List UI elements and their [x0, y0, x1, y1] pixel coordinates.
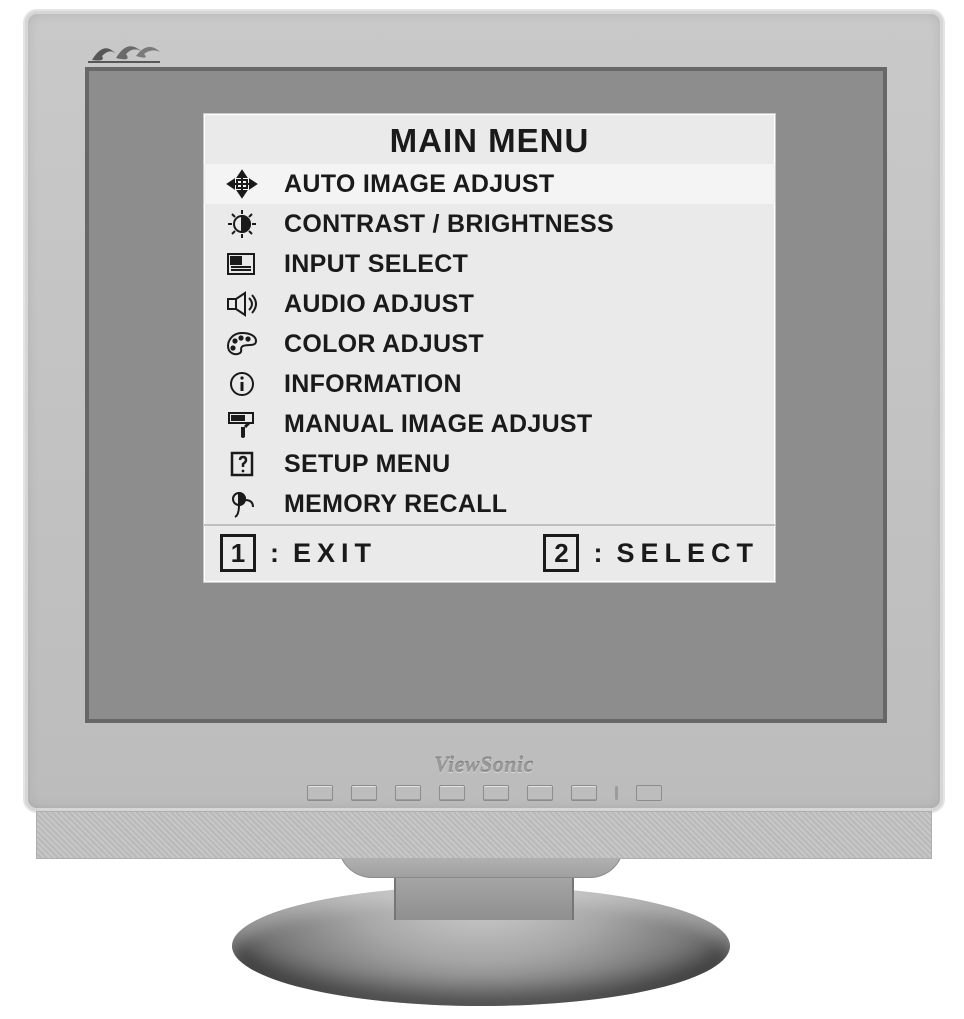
menu-item-label: MEMORY RECALL [284, 490, 761, 519]
colon: : [589, 538, 606, 569]
screen-bezel: MAIN MENU AUTO IMAGE ADJUST [85, 67, 887, 723]
manual-adjust-icon [222, 407, 262, 441]
keycap-1: 1 [220, 534, 256, 572]
menu-item-audio-adjust[interactable]: AUDIO ADJUST [204, 284, 775, 324]
front-panel-buttons [25, 784, 943, 802]
physical-button[interactable] [351, 785, 377, 801]
physical-button[interactable] [439, 785, 465, 801]
viewsonic-birds-logo [86, 34, 164, 66]
recall-icon [222, 487, 262, 521]
physical-button[interactable] [307, 785, 333, 801]
osd-title: MAIN MENU [204, 114, 775, 164]
brand-label: ViewSonic [25, 752, 943, 778]
colon: : [266, 538, 283, 569]
physical-button[interactable] [483, 785, 509, 801]
setup-icon [222, 447, 262, 481]
monitor-frame: MAIN MENU AUTO IMAGE ADJUST [23, 9, 945, 813]
auto-adjust-icon [222, 167, 262, 201]
footer-action-select[interactable]: SELECT [616, 538, 759, 569]
osd-main-menu: MAIN MENU AUTO IMAGE ADJUST [203, 113, 776, 583]
brightness-icon [222, 207, 262, 241]
menu-item-label: SETUP MENU [284, 450, 761, 479]
menu-item-color-adjust[interactable]: COLOR ADJUST [204, 324, 775, 364]
menu-item-label: AUTO IMAGE ADJUST [284, 170, 761, 199]
osd-footer: 1 : EXIT 2 : SELECT [204, 524, 775, 582]
input-select-icon [222, 247, 262, 281]
menu-item-label: INFORMATION [284, 370, 761, 399]
menu-item-setup-menu[interactable]: SETUP MENU [204, 444, 775, 484]
menu-item-contrast-brightness[interactable]: CONTRAST / BRIGHTNESS [204, 204, 775, 244]
menu-item-label: INPUT SELECT [284, 250, 761, 279]
speaker-grille [36, 811, 932, 859]
info-icon [222, 367, 262, 401]
physical-button[interactable] [527, 785, 553, 801]
display-area: MAIN MENU AUTO IMAGE ADJUST [89, 71, 883, 719]
button-separator [615, 786, 618, 800]
footer-action-exit[interactable]: EXIT [293, 538, 377, 569]
menu-item-memory-recall[interactable]: MEMORY RECALL [204, 484, 775, 524]
menu-item-label: COLOR ADJUST [284, 330, 761, 359]
menu-item-manual-image-adjust[interactable]: MANUAL IMAGE ADJUST [204, 404, 775, 444]
menu-item-label: MANUAL IMAGE ADJUST [284, 410, 761, 439]
menu-item-label: AUDIO ADJUST [284, 290, 761, 319]
menu-item-information[interactable]: INFORMATION [204, 364, 775, 404]
physical-button[interactable] [395, 785, 421, 801]
menu-item-input-select[interactable]: INPUT SELECT [204, 244, 775, 284]
keycap-2: 2 [543, 534, 579, 572]
menu-item-auto-image-adjust[interactable]: AUTO IMAGE ADJUST [204, 164, 775, 204]
palette-icon [222, 327, 262, 361]
menu-item-label: CONTRAST / BRIGHTNESS [284, 210, 761, 239]
audio-icon [222, 287, 262, 321]
physical-button[interactable] [571, 785, 597, 801]
power-button[interactable] [636, 785, 662, 801]
